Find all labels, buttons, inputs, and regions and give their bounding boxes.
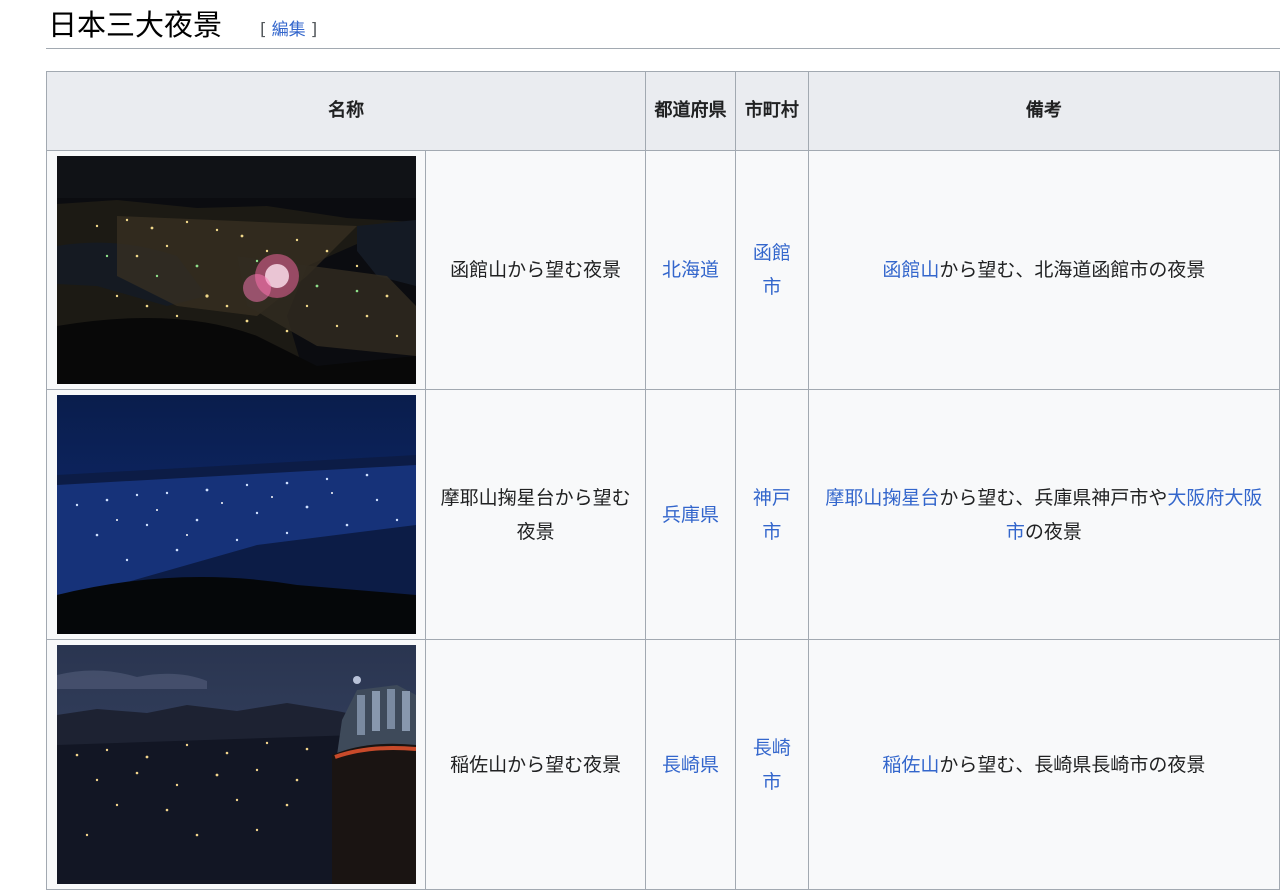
remarks-cell: 摩耶山掬星台から望む、兵庫県神戸市や大阪府大阪市の夜景	[807, 389, 1280, 640]
image-cell	[46, 389, 426, 640]
remarks-link[interactable]: 稲佐山	[882, 754, 939, 776]
name-cell: 稲佐山から望む夜景	[424, 639, 647, 890]
image-cell	[46, 639, 426, 890]
hakodate-night-view-image[interactable]	[57, 156, 416, 384]
edit-section-links: [編集]	[260, 15, 317, 40]
name-cell: 摩耶山掬星台から望む夜景	[424, 389, 647, 640]
remarks-cell: 稲佐山から望む、長崎県長崎市の夜景	[807, 639, 1280, 890]
header-municipality: 市町村	[734, 71, 809, 151]
prefecture-cell: 長崎県	[645, 639, 736, 890]
section-heading: 日本三大夜景 [編集]	[46, 0, 1280, 49]
remarks-cell: 函館山から望む、北海道函館市の夜景	[807, 150, 1280, 390]
edit-bracket-open: [	[260, 20, 267, 40]
night-view-table: 名称 都道府県 市町村 備考 函館山から望む夜景 北海道 函館市 函館山から望む…	[45, 71, 1280, 890]
municipality-link[interactable]: 長崎市	[753, 737, 791, 793]
remarks-text: から望む、長崎県長崎市の夜景	[939, 753, 1206, 776]
name-cell: 函館山から望む夜景	[424, 150, 647, 390]
prefecture-link[interactable]: 北海道	[662, 259, 719, 281]
section-title: 日本三大夜景	[48, 8, 223, 42]
table-row: 函館山から望む夜景 北海道 函館市 函館山から望む、北海道函館市の夜景	[46, 150, 1280, 390]
prefecture-cell: 北海道	[645, 150, 736, 390]
nagasaki-night-view-image[interactable]	[57, 645, 416, 884]
header-prefecture: 都道府県	[645, 71, 736, 151]
remarks-text: から望む、北海道函館市の夜景	[939, 259, 1206, 281]
remarks-link[interactable]: 摩耶山掬星台	[825, 487, 939, 509]
municipality-cell: 長崎市	[734, 639, 809, 890]
table-row: 摩耶山掬星台から望む夜景 兵庫県 神戸市 摩耶山掬星台から望む、兵庫県神戸市や大…	[46, 389, 1280, 640]
table-header-row: 名称 都道府県 市町村 備考	[45, 71, 1280, 151]
kobe-night-view-image[interactable]	[57, 395, 416, 634]
edit-bracket-close: ]	[310, 20, 318, 40]
municipality-link[interactable]: 神戸市	[753, 487, 791, 543]
image-cell	[46, 150, 426, 390]
municipality-cell: 函館市	[734, 150, 809, 390]
table-row: 稲佐山から望む夜景 長崎県 長崎市 稲佐山から望む、長崎県長崎市の夜景	[46, 639, 1280, 890]
header-name: 名称	[45, 71, 647, 151]
remarks-text-2: の夜景	[1024, 520, 1082, 543]
prefecture-cell: 兵庫県	[645, 389, 736, 640]
prefecture-link[interactable]: 兵庫県	[662, 504, 719, 526]
header-remarks: 備考	[807, 71, 1280, 151]
municipality-cell: 神戸市	[734, 389, 809, 640]
municipality-link[interactable]: 函館市	[753, 242, 791, 298]
edit-section-link[interactable]: 編集	[272, 20, 306, 40]
remarks-text: から望む、兵庫県神戸市や	[939, 486, 1168, 509]
prefecture-link[interactable]: 長崎県	[662, 754, 719, 776]
remarks-link[interactable]: 函館山	[882, 259, 939, 281]
